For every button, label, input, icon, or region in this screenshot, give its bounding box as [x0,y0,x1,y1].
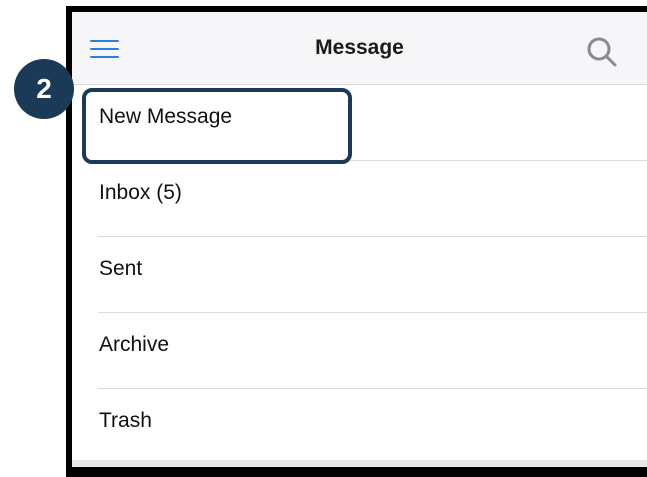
menu-item-archive[interactable]: Archive [98,313,647,389]
message-menu-list: New Message Inbox (5) Sent Archive Trash [72,85,647,465]
app-screen: Message New Message Inbox (5) Sent Archi… [72,12,647,467]
bottom-divider [72,460,647,467]
menu-item-new-message[interactable]: New Message [98,85,647,161]
page-title: Message [315,36,404,59]
menu-item-label: Sent [99,257,143,280]
search-icon[interactable] [584,34,620,70]
menu-item-sent[interactable]: Sent [98,237,647,313]
menu-item-label: Inbox (5) [99,181,182,204]
menu-item-trash[interactable]: Trash [98,389,647,465]
navigation-bar: Message [72,12,647,85]
menu-item-inbox[interactable]: Inbox (5) [98,161,647,237]
menu-item-label: Trash [99,409,152,432]
menu-item-label: Archive [99,333,170,356]
menu-item-label: New Message [99,105,233,128]
step-number-badge: 2 [14,59,74,119]
